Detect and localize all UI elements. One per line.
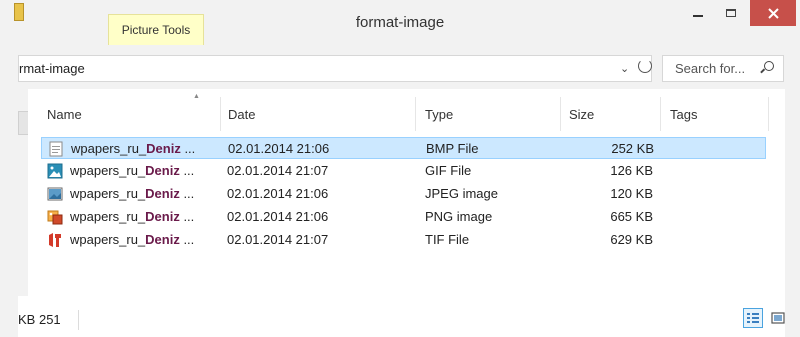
file-name-highlight: Deniz: [145, 232, 180, 247]
bmp-file-icon: [49, 141, 63, 157]
status-bar-area: [18, 296, 785, 337]
column-header-date[interactable]: Date: [228, 89, 408, 133]
column-divider[interactable]: [220, 97, 221, 131]
picture-tools-tab[interactable]: Picture Tools: [108, 14, 204, 45]
maximize-icon: [726, 9, 736, 17]
column-divider[interactable]: [560, 97, 561, 131]
file-date: 02.01.2014 21:06: [227, 186, 329, 201]
folder-icon[interactable]: [14, 3, 24, 21]
file-size: 120 KB: [610, 186, 653, 201]
file-name: wpapers_ru_Deniz ...: [70, 183, 220, 205]
file-name: wpapers_ru_Deniz ...: [70, 160, 220, 182]
file-row[interactable]: wpapers_ru_Deniz ... 02.01.2014 21:06 BMP …: [41, 137, 766, 159]
large-icons-view-icon: [771, 312, 785, 324]
file-date: 02.01.2014 21:07: [227, 232, 329, 247]
details-view-button[interactable]: [743, 308, 763, 328]
file-name-prefix: wpapers_ru_: [70, 186, 146, 201]
file-row[interactable]: wpapers_ru_Deniz ... 02.01.2014 21:06 PNG …: [41, 206, 766, 228]
file-name-suffix: ...: [180, 141, 196, 156]
large-icons-view-button[interactable]: [768, 308, 788, 328]
file-name-prefix: wpapers_ru_: [71, 141, 147, 156]
file-name-highlight: Deniz: [145, 209, 180, 224]
window-title: format-image: [355, 14, 445, 31]
title-bar[interactable]: Picture Tools format-image: [0, 0, 800, 45]
file-type: GIF File: [425, 163, 472, 178]
refresh-icon[interactable]: [638, 59, 652, 73]
file-size: 629 KB: [610, 232, 653, 247]
file-name-highlight: Deniz: [145, 186, 180, 201]
file-type: BMP File: [426, 141, 479, 156]
jpeg-file-icon: [47, 187, 63, 201]
file-name-prefix: wpapers_ru_: [70, 232, 146, 247]
column-size-label: Size: [569, 107, 595, 122]
column-tags-label: Tags: [670, 107, 698, 122]
search-placeholder: Search for...: [675, 61, 746, 76]
file-row[interactable]: wpapers_ru_Deniz ... 02.01.2014 21:07 GIF …: [41, 160, 766, 182]
file-name: wpapers_ru_Deniz ...: [71, 138, 221, 160]
column-type-label: Type: [425, 107, 454, 122]
status-divider: [78, 310, 79, 330]
column-header-size[interactable]: Size: [569, 89, 649, 133]
file-name-suffix: ...: [179, 232, 195, 247]
column-header-tags[interactable]: Tags: [670, 89, 750, 133]
maximize-button[interactable]: [716, 0, 746, 26]
status-bar: 251 KB: [0, 296, 800, 337]
file-date: 02.01.2014 21:07: [227, 163, 329, 178]
file-size: 126 KB: [610, 163, 653, 178]
gif-file-icon: [47, 163, 63, 179]
column-divider[interactable]: [415, 97, 416, 131]
png-file-icon: [47, 210, 63, 225]
column-date-label: Date: [228, 107, 256, 122]
file-row[interactable]: wpapers_ru_Deniz ... 02.01.2014 21:06 JPEG…: [41, 183, 766, 205]
file-name-suffix: ...: [179, 209, 195, 224]
minimize-icon: [693, 15, 703, 17]
search-icon[interactable]: [764, 61, 774, 71]
file-name-suffix: ...: [179, 163, 195, 178]
close-icon: [767, 7, 779, 19]
column-name-label: Name: [47, 107, 82, 122]
file-size: 252 KB: [611, 141, 654, 156]
file-name-prefix: wpapers_ru_: [70, 163, 146, 178]
file-date: 02.01.2014 21:06: [227, 209, 329, 224]
address-path: rmat-image: [19, 61, 85, 76]
address-bar-row: rmat-image ⌄ Search for...: [0, 45, 800, 89]
sort-up-icon: ▲: [193, 93, 200, 100]
file-list: Name ▲ Date Type Size Tags wpapers_ru_De…: [28, 89, 785, 296]
file-type: TIF File: [425, 232, 470, 247]
file-date: 02.01.2014 21:06: [228, 141, 330, 156]
explorer-window: Picture Tools format-image rmat-image ⌄ …: [0, 0, 800, 337]
right-edge: [785, 89, 800, 296]
file-type: JPEG image: [425, 186, 498, 201]
close-button[interactable]: [750, 0, 796, 26]
navigation-pane: [0, 89, 28, 296]
file-name: wpapers_ru_Deniz ...: [70, 206, 220, 228]
column-header-type[interactable]: Type: [425, 89, 555, 133]
file-size: 665 KB: [610, 209, 653, 224]
file-row[interactable]: wpapers_ru_Deniz ... 02.01.2014 21:07 TIF …: [41, 229, 766, 251]
tif-file-icon: [49, 233, 61, 247]
file-name: wpapers_ru_Deniz ...: [70, 229, 220, 251]
nav-pane-item[interactable]: [18, 111, 28, 135]
selection-size: 251 KB: [18, 312, 61, 327]
address-field[interactable]: rmat-image: [18, 55, 652, 82]
column-header-name[interactable]: Name ▲: [47, 89, 217, 133]
file-name-highlight: Deniz: [146, 141, 181, 156]
column-divider[interactable]: [660, 97, 661, 131]
address-dropdown-icon[interactable]: ⌄: [620, 62, 629, 75]
file-type: PNG image: [425, 209, 493, 224]
column-divider[interactable]: [768, 97, 769, 131]
details-view-icon: [747, 313, 759, 323]
file-name-highlight: Deniz: [145, 163, 180, 178]
file-name-suffix: ...: [179, 186, 195, 201]
file-name-prefix: wpapers_ru_: [70, 209, 146, 224]
minimize-button[interactable]: [684, 0, 712, 26]
